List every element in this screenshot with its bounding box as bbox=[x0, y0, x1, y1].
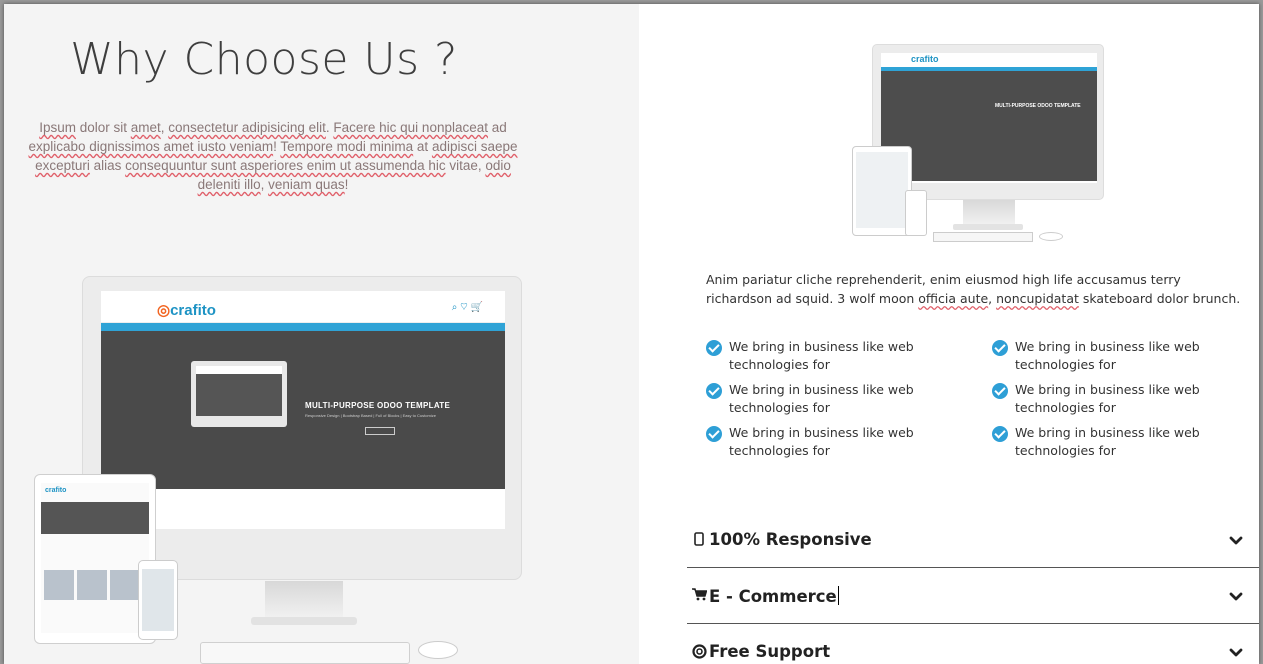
spellcheck-word: Tempore modi minima bbox=[280, 139, 414, 154]
spellcheck-word: amet bbox=[130, 120, 161, 135]
description-paragraph: Anim pariatur cliche reprehenderit, enim… bbox=[706, 270, 1246, 308]
mock-hero: MULTI-PURPOSE ODOO TEMPLATE Responsive D… bbox=[101, 331, 505, 489]
small-mock-title: MULTI-PURPOSE ODOO TEMPLATE bbox=[995, 103, 1081, 109]
mouse-image bbox=[418, 641, 458, 659]
intro-text: , bbox=[260, 177, 269, 192]
feature-item: We bring in business like web technologi… bbox=[992, 381, 1246, 417]
small-monitor-base bbox=[953, 224, 1023, 230]
check-circle-icon bbox=[706, 340, 722, 356]
check-circle-icon bbox=[992, 340, 1008, 356]
monitor-base bbox=[251, 617, 357, 625]
text-caret bbox=[837, 586, 839, 605]
description-text: , bbox=[988, 291, 997, 306]
mobile-icon bbox=[691, 532, 707, 548]
mock-hero-title: MULTI-PURPOSE ODOO TEMPLATE bbox=[305, 401, 451, 410]
section-title: Why Choose Us ? bbox=[70, 34, 458, 85]
lifebuoy-icon bbox=[691, 644, 707, 660]
small-tablet-mockup bbox=[852, 146, 912, 236]
description-text: skateboard dolor brunch. bbox=[1078, 291, 1241, 306]
spellcheck-word: Facere hic qui nonplaceat bbox=[333, 120, 488, 135]
spellcheck-word: noncupidatat bbox=[996, 291, 1079, 306]
small-phone-mockup bbox=[905, 190, 927, 236]
chevron-down-icon[interactable] bbox=[1229, 646, 1243, 660]
small-keyboard-image bbox=[933, 232, 1033, 242]
check-circle-icon bbox=[992, 426, 1008, 442]
mock-buy-button bbox=[365, 427, 395, 435]
intro-paragraph: Ipsum dolor sit amet, consectetur adipis… bbox=[18, 118, 528, 194]
intro-text: dolor sit bbox=[75, 120, 131, 135]
tablet-logo: crafito bbox=[45, 487, 67, 494]
check-circle-icon bbox=[706, 426, 722, 442]
feature-item: We bring in business like web technologi… bbox=[706, 424, 992, 460]
feature-item: We bring in business like web technologi… bbox=[992, 338, 1246, 374]
intro-text: vitae, bbox=[445, 158, 486, 173]
why-choose-us-section: Why Choose Us ? Ipsum dolor sit amet, co… bbox=[4, 4, 639, 664]
feature-list: We bring in business like web technologi… bbox=[706, 338, 1246, 460]
spellcheck-word: consectetur adipisicing elit bbox=[168, 120, 326, 135]
spellcheck-word: officia aute bbox=[918, 291, 989, 306]
mock-logo: ◎crafito bbox=[157, 302, 216, 319]
accordion-label: E - Commerce bbox=[709, 586, 839, 606]
intro-text: ad bbox=[488, 120, 507, 135]
intro-text: at bbox=[413, 139, 432, 154]
intro-text: ! bbox=[344, 177, 349, 192]
accordion-label: Free Support bbox=[709, 642, 831, 661]
small-mock-logo: crafito bbox=[911, 54, 939, 64]
feature-item: We bring in business like web technologi… bbox=[706, 381, 992, 417]
feature-item: We bring in business like web technologi… bbox=[992, 424, 1246, 460]
spellcheck-word: consequuntur sunt asperiores enim ut ass… bbox=[125, 158, 446, 173]
features-section: crafito MULTI-PURPOSE ODOO TEMPLATE Anim… bbox=[639, 4, 1259, 664]
accordion-label: 100% Responsive bbox=[709, 530, 872, 549]
spellcheck-word: veniam quas bbox=[268, 177, 345, 192]
mock-header-icons: ⌕ ♡ 🛒 bbox=[451, 302, 483, 313]
desktop-screen: ◎crafito ⌕ ♡ 🛒 MULTI-PURPOSE ODOO TEMPLA… bbox=[101, 291, 505, 529]
check-circle-icon bbox=[706, 383, 722, 399]
cart-icon bbox=[691, 588, 707, 604]
small-mouse-image bbox=[1039, 232, 1063, 241]
chevron-down-icon[interactable] bbox=[1229, 534, 1243, 548]
chevron-down-icon[interactable] bbox=[1229, 590, 1243, 604]
phone-mockup bbox=[138, 560, 178, 640]
small-monitor-stand bbox=[963, 200, 1015, 226]
accordion-responsive[interactable]: 100% Responsive bbox=[687, 512, 1259, 568]
accordion-support[interactable]: Free Support bbox=[687, 624, 1259, 664]
monitor-stand bbox=[265, 581, 343, 621]
mock-header: ◎crafito ⌕ ♡ 🛒 bbox=[101, 291, 505, 323]
feature-item: We bring in business like web technologi… bbox=[706, 338, 992, 374]
mock-nav-bar bbox=[101, 323, 505, 331]
spellcheck-word: explicabo dignissimos amet iusto veniam bbox=[28, 139, 274, 154]
mock-hero-subtitle: Responsive Design | Bootstrap Based | Fu… bbox=[305, 413, 436, 418]
keyboard-image bbox=[200, 642, 410, 664]
spellcheck-word: Ipsum bbox=[39, 120, 76, 135]
intro-text: alias bbox=[89, 158, 126, 173]
accordion-ecommerce[interactable]: E - Commerce bbox=[687, 568, 1259, 624]
mini-monitor-image bbox=[191, 361, 287, 427]
check-circle-icon bbox=[992, 383, 1008, 399]
page-frame: Why Choose Us ? Ipsum dolor sit amet, co… bbox=[4, 4, 1259, 664]
